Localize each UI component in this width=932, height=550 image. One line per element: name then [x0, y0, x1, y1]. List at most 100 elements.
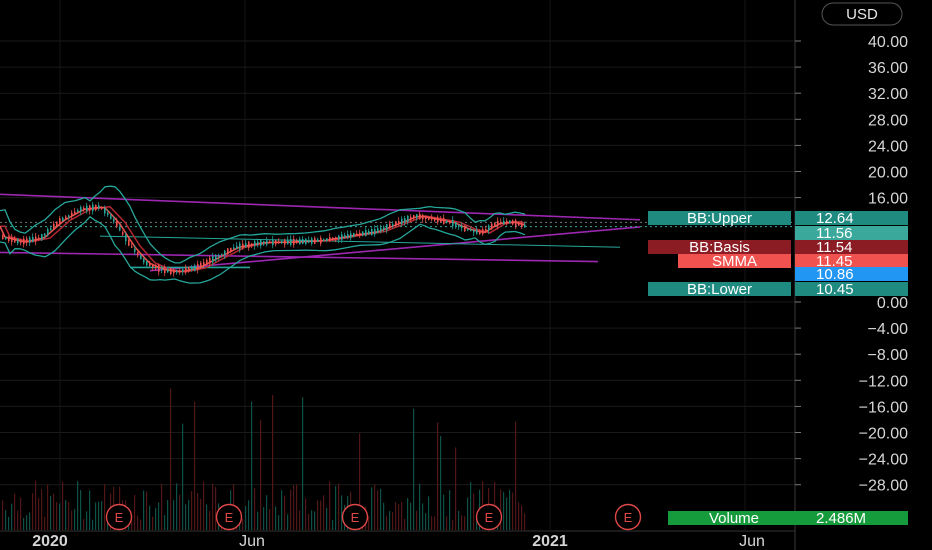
candle-body [20, 240, 22, 243]
volume-bar [185, 504, 187, 530]
price-tag-label: BB:Upper [687, 210, 752, 227]
candle-body [419, 213, 421, 220]
volume-bar [197, 492, 199, 530]
y-tick-label: 28.00 [868, 112, 908, 129]
volume-bar [191, 491, 193, 530]
candle-body [119, 226, 121, 231]
candle-body [146, 261, 148, 266]
candle-body [59, 218, 61, 225]
candle-body [284, 239, 286, 245]
earnings-marker[interactable]: E [215, 503, 243, 531]
candle-body [242, 243, 244, 249]
volume-bar [137, 515, 139, 530]
candle-body [512, 220, 514, 225]
candle-body [326, 238, 328, 242]
volume-bar [263, 507, 265, 530]
volume-bar [473, 493, 475, 530]
y-tick-label: 16.00 [868, 191, 908, 208]
earnings-marker[interactable]: E [475, 503, 503, 531]
x-tick-label: 2020 [32, 533, 68, 550]
candle-body [314, 238, 316, 244]
candle-body [278, 241, 280, 244]
volume-bar [338, 483, 340, 530]
candle-body [389, 223, 391, 229]
candle-body [104, 208, 106, 214]
x-tick-label: Jun [739, 533, 765, 550]
volume-bar [311, 510, 313, 530]
candle-body [14, 238, 16, 243]
price-chart[interactable]: 40.00 36.00 32.00 28.00 24.00 20.00 16.00 0.00 −… [0, 0, 932, 550]
volume-bar [14, 493, 16, 530]
volume-bar [242, 518, 244, 530]
candle-body [8, 236, 10, 242]
candle-body [461, 226, 463, 229]
volume-bar [314, 511, 316, 530]
candle-body [491, 223, 493, 229]
candle-body [296, 240, 298, 243]
volume-bar [95, 502, 97, 530]
volume-bar [275, 506, 277, 530]
volume-bar [155, 507, 157, 530]
candle-body [212, 256, 214, 263]
candle-body [515, 220, 517, 227]
candle-body [200, 262, 202, 269]
candle-body [323, 239, 325, 241]
volume-bar [65, 500, 67, 530]
candle-body [335, 237, 337, 239]
price-tag-value: 10.45 [816, 281, 854, 298]
volume-bar [161, 483, 163, 530]
x-tick-label: 2021 [532, 533, 568, 550]
candle-body [383, 227, 385, 230]
candle-body [485, 229, 487, 231]
earnings-marker[interactable]: E [105, 503, 133, 531]
volume-bar [209, 510, 211, 530]
volume-tag-box [668, 511, 908, 525]
volume-bar [251, 401, 253, 530]
volume-bar [92, 519, 94, 530]
candle-body [374, 229, 376, 235]
candle-body [80, 207, 82, 212]
candle-body [161, 268, 163, 271]
volume-bar [80, 490, 82, 530]
candle-body [359, 232, 361, 236]
candle-body [122, 232, 124, 235]
candle-body [56, 221, 58, 227]
volume-bar [74, 509, 76, 530]
candle-body [32, 237, 34, 243]
volume-bar [17, 510, 19, 530]
candle-body [230, 247, 232, 252]
candle-body [266, 240, 268, 245]
candle-body [137, 252, 139, 256]
candle-body [89, 205, 91, 211]
candle-body [62, 217, 64, 221]
candle-body [500, 222, 502, 224]
earnings-marker[interactable]: E [341, 503, 369, 531]
candle-body [38, 237, 40, 240]
candle-body [287, 239, 289, 245]
volume-bar [380, 488, 382, 530]
candle-body [47, 229, 49, 235]
y-tick-label: −8.00 [868, 347, 909, 364]
candle-body [290, 238, 292, 245]
candle-body [224, 250, 226, 256]
volume-bar [215, 486, 217, 530]
volume-bar [206, 504, 208, 530]
candle-body [215, 254, 217, 261]
volume-bar [287, 514, 289, 530]
candle-body [134, 248, 136, 252]
candle-body [188, 267, 190, 272]
volume-bar [86, 511, 88, 530]
volume-bar [518, 502, 520, 530]
candle-body [143, 258, 145, 263]
candle-body [482, 229, 484, 235]
candle-body [179, 270, 181, 273]
volume-bar [41, 489, 43, 530]
volume-bar [35, 480, 37, 530]
currency-button[interactable]: USD [821, 2, 903, 26]
volume-bar [176, 483, 178, 530]
volume-bar [458, 510, 460, 530]
candle-body [275, 240, 277, 245]
volume-bar [170, 388, 172, 530]
volume-bar [32, 493, 34, 530]
earnings-marker[interactable]: E [614, 503, 642, 531]
